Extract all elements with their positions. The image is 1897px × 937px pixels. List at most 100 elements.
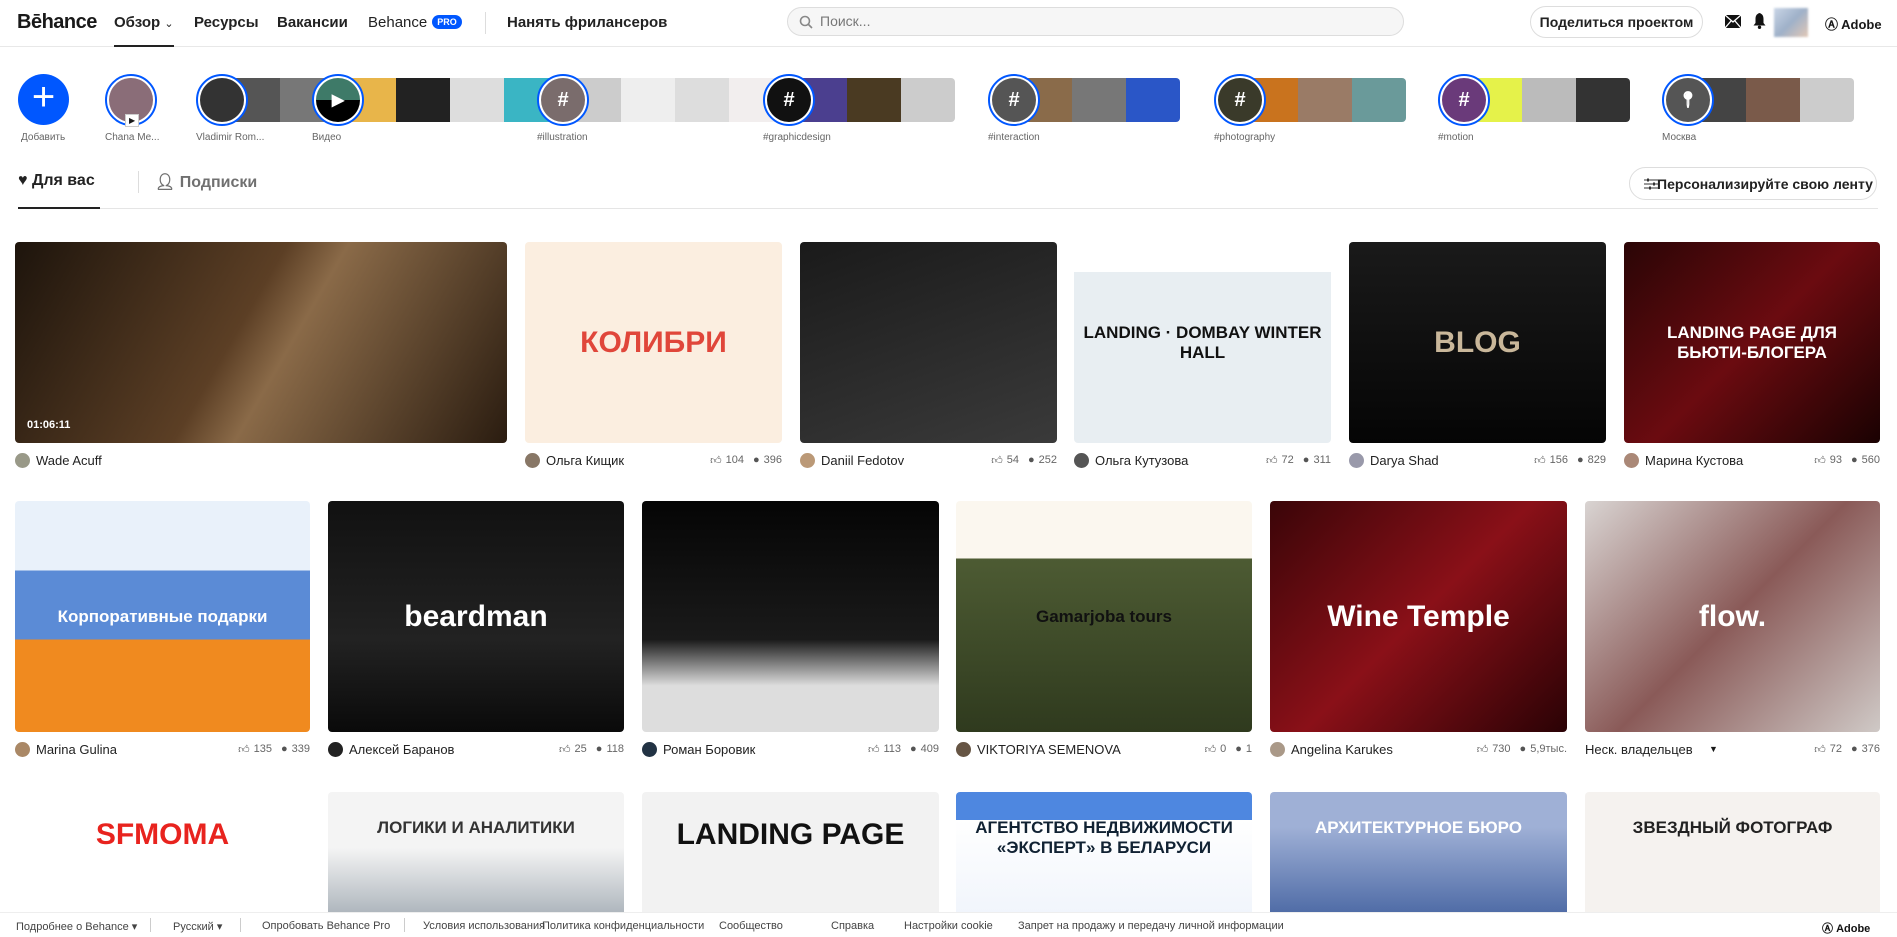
project-thumbnail[interactable]: SFMOMA bbox=[15, 792, 310, 932]
views: ● 829 bbox=[1577, 454, 1606, 466]
owner-name[interactable]: Darya Shad bbox=[1370, 453, 1525, 468]
project-thumbnail[interactable]: КОЛИБРИ bbox=[525, 242, 782, 443]
owner-avatar[interactable] bbox=[1624, 452, 1639, 468]
tab-for-you[interactable]: ♥ Для вас bbox=[18, 172, 95, 190]
owner-name[interactable]: Daniil Fedotov bbox=[821, 453, 982, 468]
adobe-link[interactable]: Ⓐ Adobe bbox=[1825, 14, 1882, 33]
footer-link[interactable]: Запрет на продажу и передачу личной инфо… bbox=[1018, 920, 1284, 932]
nav-behance-pro[interactable]: Behance PRO bbox=[368, 14, 462, 31]
likes-count: 72 bbox=[1829, 743, 1842, 755]
divider bbox=[138, 171, 139, 193]
thumbnail-text: Gamarjoba tours bbox=[1035, 606, 1173, 626]
nav-explore-label: Обзор bbox=[114, 14, 161, 31]
owner-name[interactable]: Алексей Баранов bbox=[349, 742, 550, 757]
nav-jobs[interactable]: Вакансии bbox=[277, 14, 348, 31]
owner-avatar[interactable] bbox=[525, 452, 540, 468]
footer-adobe[interactable]: Ⓐ Adobe bbox=[1822, 920, 1870, 936]
project-thumbnail[interactable]: ЛОГИКИ И АНАЛИТИКИ bbox=[328, 792, 624, 932]
footer-link[interactable]: Условия использования bbox=[423, 920, 545, 932]
project-thumbnail[interactable]: Wine Temple bbox=[1270, 501, 1567, 732]
owner-avatar[interactable] bbox=[1270, 741, 1285, 757]
owner-name[interactable]: Роман Боровик bbox=[663, 742, 859, 757]
caret-down-icon[interactable]: ▼ bbox=[1709, 744, 1718, 754]
project-thumbnail[interactable]: Корпоративные подарки bbox=[15, 501, 310, 732]
preview-thumb bbox=[621, 78, 675, 122]
thumbs-up-icon: 👍︎ bbox=[1814, 743, 1826, 756]
likes-count: 113 bbox=[883, 743, 901, 755]
owner-avatar[interactable] bbox=[956, 741, 971, 757]
project-thumbnail[interactable]: LANDING PAGE bbox=[642, 792, 939, 932]
owner-avatar[interactable] bbox=[15, 452, 30, 468]
owner-name[interactable]: Марина Кустова bbox=[1645, 453, 1805, 468]
nav-hire-freelancers[interactable]: Нанять фрилансеров bbox=[507, 14, 667, 31]
footer-adobe-label: Adobe bbox=[1836, 923, 1871, 935]
owner-avatar[interactable] bbox=[1349, 452, 1364, 468]
footer-link[interactable]: Подробнее о Behance ▾ bbox=[16, 920, 137, 933]
user-story-thumb bbox=[200, 78, 244, 122]
person-icon: 👤︎ bbox=[155, 174, 176, 191]
thumbnail-text: LANDING PAGE bbox=[676, 818, 905, 851]
add-story-button[interactable]: + bbox=[18, 74, 69, 125]
tag-story-thumb: # bbox=[541, 78, 585, 122]
search-input[interactable]: Поиск... bbox=[787, 7, 1404, 36]
share-project-button[interactable]: Поделиться проектом bbox=[1530, 6, 1703, 38]
project-thumbnail[interactable]: BLOG bbox=[1349, 242, 1606, 443]
likes: 👍︎ 72 bbox=[1814, 743, 1842, 756]
mail-icon[interactable] bbox=[1725, 15, 1741, 28]
views: ● 339 bbox=[281, 743, 310, 755]
thumbs-up-icon: 👍︎ bbox=[238, 743, 250, 756]
project-thumbnail[interactable] bbox=[642, 501, 939, 732]
footer-link[interactable]: Политика конфиденциальности bbox=[542, 920, 704, 932]
project-thumbnail[interactable] bbox=[800, 242, 1057, 443]
footer-link[interactable]: Русский ▾ bbox=[173, 920, 222, 933]
project-info: Алексей Баранов 👍︎ 25 ● 118 bbox=[328, 739, 624, 759]
owner-name[interactable]: Angelina Karukes bbox=[1291, 742, 1468, 757]
project-thumbnail[interactable]: flow. bbox=[1585, 501, 1880, 732]
project-info: Марина Кустова 👍︎ 93 ● 560 bbox=[1624, 450, 1880, 470]
nav-explore[interactable]: Обзор ⌄ bbox=[114, 14, 174, 47]
thumbnail-text: ЗВЕЗДНЫЙ ФОТОГРАФ bbox=[1632, 818, 1833, 837]
owner-avatar[interactable] bbox=[328, 741, 343, 757]
thumbnail-text: КОЛИБРИ bbox=[580, 325, 727, 359]
tab-following[interactable]: 👤︎ Подписки bbox=[155, 172, 257, 192]
search-placeholder: Поиск... bbox=[820, 13, 871, 29]
footer-link[interactable]: Сообщество bbox=[719, 920, 783, 932]
project-thumbnail[interactable]: beardman bbox=[328, 501, 624, 732]
project-info: Wade Acuff bbox=[15, 450, 507, 470]
owner-name[interactable]: Wade Acuff bbox=[36, 453, 507, 468]
adobe-logo-icon: Ⓐ bbox=[1825, 17, 1839, 32]
search-icon bbox=[799, 15, 813, 29]
adobe-label: Adobe bbox=[1841, 17, 1882, 32]
owner-avatar[interactable] bbox=[1074, 452, 1089, 468]
owner-name[interactable]: Marina Gulina bbox=[36, 742, 229, 757]
views: ● 311 bbox=[1303, 454, 1331, 466]
project-thumbnail[interactable]: LANDING · DOMBAY WINTER HALL bbox=[1074, 242, 1331, 443]
project-thumbnail[interactable]: Gamarjoba tours bbox=[956, 501, 1252, 732]
owner-name[interactable]: Неск. владельцев bbox=[1585, 742, 1805, 757]
owner-avatar[interactable] bbox=[15, 741, 30, 757]
footer-link[interactable]: Справка bbox=[831, 920, 874, 932]
story-label: Chana Me... bbox=[105, 132, 160, 143]
behance-logo[interactable]: Bēhance bbox=[17, 11, 97, 34]
owner-name[interactable]: Ольга Кутузова bbox=[1095, 453, 1257, 468]
nav-resources[interactable]: Ресурсы bbox=[194, 14, 259, 31]
footer-link[interactable]: Опробовать Behance Pro bbox=[262, 920, 390, 932]
project-thumbnail[interactable]: LANDING PAGE ДЛЯ БЬЮТИ-БЛОГЕРА bbox=[1624, 242, 1880, 443]
project-thumbnail[interactable]: ЗВЕЗДНЫЙ ФОТОГРАФ bbox=[1585, 792, 1880, 932]
personalize-feed-button[interactable]: Персонализируйте свою ленту bbox=[1629, 167, 1877, 200]
story-label: #interaction bbox=[988, 132, 1040, 143]
eye-icon: ● bbox=[1850, 743, 1858, 755]
project-thumbnail[interactable]: АРХИТЕКТУРНОЕ БЮРО bbox=[1270, 792, 1567, 932]
owner-name[interactable]: VIKTORIYA SEMENOVA bbox=[977, 742, 1196, 757]
bell-icon[interactable] bbox=[1753, 13, 1766, 29]
owner-avatar[interactable] bbox=[642, 741, 657, 757]
project-thumbnail[interactable]: 01:06:11 bbox=[15, 242, 507, 443]
footer-link[interactable]: Настройки cookie bbox=[904, 920, 993, 932]
project-thumbnail[interactable]: АГЕНТСТВО НЕДВИЖИМОСТИ «ЭКСПЕРТ» В БЕЛАР… bbox=[956, 792, 1252, 932]
owner-name[interactable]: Ольга Кищик bbox=[546, 453, 701, 468]
user-avatar[interactable] bbox=[1774, 8, 1808, 37]
owner-avatar[interactable] bbox=[800, 452, 815, 468]
thumbnail-text: Корпоративные подарки bbox=[57, 606, 268, 626]
eye-icon: ● bbox=[280, 743, 288, 755]
views-count: 339 bbox=[291, 743, 310, 755]
